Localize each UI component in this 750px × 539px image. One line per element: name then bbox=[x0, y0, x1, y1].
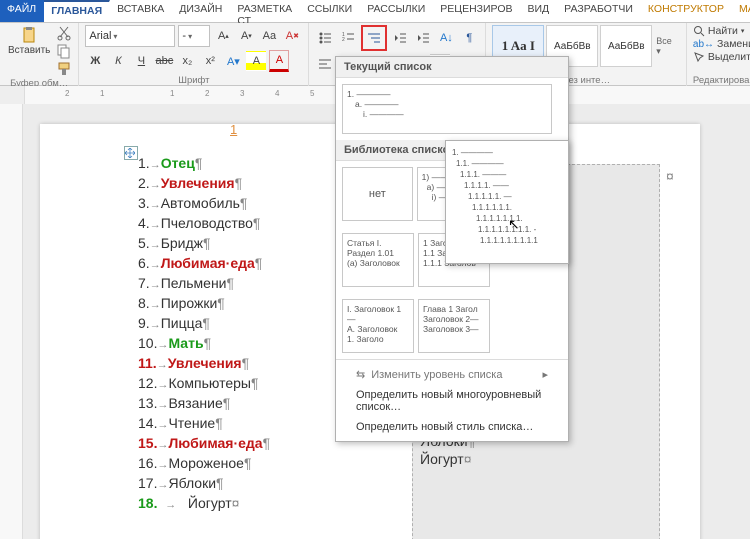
tab-developer[interactable]: РАЗРАБОТЧИ bbox=[557, 0, 641, 22]
list-item[interactable]: 4.→Пчеловодство¶ bbox=[138, 214, 270, 234]
replace-button[interactable]: ab↔Заменить bbox=[693, 38, 750, 50]
cut-icon[interactable] bbox=[56, 25, 72, 41]
list-item[interactable]: 14.→Чтение¶ bbox=[138, 414, 270, 434]
tab-references[interactable]: ССЫЛКИ bbox=[300, 0, 360, 22]
dd-define-multilevel[interactable]: Определить новый многоуровневый список… bbox=[336, 385, 568, 417]
list-item[interactable]: 1.→Отец¶ bbox=[138, 154, 270, 174]
list-item[interactable]: 7.→Пельмени¶ bbox=[138, 274, 270, 294]
subscript-button[interactable]: x₂ bbox=[177, 51, 197, 71]
show-marks-button[interactable]: ¶ bbox=[459, 28, 479, 48]
sort-button[interactable]: A↓ bbox=[436, 28, 456, 48]
cell-end-mark: ¤ bbox=[666, 168, 674, 184]
tab-file[interactable]: ФАЙЛ bbox=[0, 0, 44, 22]
dd-lib-4[interactable]: Статья I.Раздел 1.01(a) Заголовок bbox=[342, 233, 414, 287]
tab-insert[interactable]: ВСТАВКА bbox=[110, 0, 172, 22]
bullets-button[interactable] bbox=[315, 28, 335, 48]
increase-indent-button[interactable] bbox=[413, 28, 433, 48]
format-painter-icon[interactable] bbox=[56, 61, 72, 77]
dd-lib-7[interactable]: Глава 1 ЗаголЗаголовок 2—Заголовок 3— bbox=[418, 299, 490, 353]
find-button[interactable]: Найти▾ bbox=[693, 25, 750, 37]
list-item[interactable]: 17.→Яблоки¶ bbox=[138, 474, 270, 494]
numbering-button[interactable]: 12 bbox=[338, 28, 358, 48]
select-button[interactable]: Выделить▾ bbox=[693, 51, 750, 63]
font-size-select[interactable]: -▾ bbox=[178, 25, 210, 47]
indent-icon: ⇆ bbox=[356, 368, 365, 381]
clear-format-button[interactable]: A✖ bbox=[282, 26, 302, 46]
list-item[interactable]: 12.→Компьютеры¶ bbox=[138, 374, 270, 394]
group-clipboard: Вставить Буфер обм… bbox=[0, 23, 79, 87]
tab-mailings[interactable]: РАССЫЛКИ bbox=[360, 0, 433, 22]
font-color-button[interactable]: A bbox=[269, 50, 289, 72]
tab-view[interactable]: ВИД bbox=[521, 0, 558, 22]
superscript-button[interactable]: x² bbox=[200, 51, 220, 71]
list-item[interactable]: 8.→Пирожки¶ bbox=[138, 294, 270, 314]
ruler-vertical[interactable] bbox=[0, 104, 23, 539]
tab-maket[interactable]: МАКЕТ bbox=[732, 0, 750, 22]
group-font: Arial▾ -▾ A▴ A▾ Aa A✖ Ж К Ч abc x₂ x² A▾… bbox=[79, 23, 309, 87]
tab-page-layout[interactable]: РАЗМЕТКА СТ bbox=[230, 0, 300, 22]
group-editing: Найти▾ ab↔Заменить Выделить▾ Редактирова… bbox=[687, 23, 750, 87]
dd-define-style[interactable]: Определить новый стиль списка… bbox=[336, 417, 568, 437]
dd-lib-6[interactable]: I. Заголовок 1—A. Заголовок1. Заголо bbox=[342, 299, 414, 353]
table-move-handle[interactable] bbox=[124, 146, 138, 160]
list-column-left[interactable]: 1.→Отец¶2.→Увлечения¶3.→Автомобиль¶4.→Пч… bbox=[138, 154, 270, 514]
styles-more[interactable]: Все ▾ bbox=[656, 36, 678, 57]
list-item[interactable]: 3.→Автомобиль¶ bbox=[138, 194, 270, 214]
decrease-indent-button[interactable] bbox=[390, 28, 410, 48]
list-item[interactable]: Йогурт¤ bbox=[420, 450, 650, 468]
list-item[interactable]: 5.→Бридж¶ bbox=[138, 234, 270, 254]
dd-change-level[interactable]: ⇆Изменить уровень списка▸ bbox=[336, 364, 568, 385]
shrink-font-button[interactable]: A▾ bbox=[236, 26, 256, 46]
cursor-icon: ↖ bbox=[508, 219, 520, 230]
ribbon-tabs: ФАЙЛ ГЛАВНАЯ ВСТАВКА ДИЗАЙН РАЗМЕТКА СТ … bbox=[0, 0, 750, 23]
list-item[interactable]: 9.→Пицца¶ bbox=[138, 314, 270, 334]
list-item[interactable]: 10.→Мать¶ bbox=[138, 334, 270, 354]
italic-button[interactable]: К bbox=[108, 51, 128, 71]
font-name-select[interactable]: Arial▾ bbox=[85, 25, 175, 47]
multilevel-list-button[interactable] bbox=[361, 25, 387, 51]
page-number: 1 bbox=[230, 122, 237, 137]
underline-button[interactable]: Ч bbox=[131, 51, 151, 71]
list-item[interactable]: 11.→Увлечения¶ bbox=[138, 354, 270, 374]
list-item[interactable]: 18. → Йогурт¤ bbox=[138, 494, 270, 514]
list-item[interactable]: 16.→Мороженое¶ bbox=[138, 454, 270, 474]
multilevel-numeric-flyout[interactable]: 1. ———— 1.1. ———— 1.1.1. ——— 1.1.1.1. ——… bbox=[445, 140, 569, 264]
strike-button[interactable]: abc bbox=[154, 51, 174, 71]
grow-font-button[interactable]: A▴ bbox=[213, 26, 233, 46]
select-icon bbox=[693, 51, 705, 63]
dd-current-list-label: Текущий список bbox=[336, 57, 568, 78]
tab-home[interactable]: ГЛАВНАЯ bbox=[44, 0, 110, 22]
tab-design[interactable]: ДИЗАЙН bbox=[172, 0, 230, 22]
text-effects-button[interactable]: A▾ bbox=[223, 51, 243, 71]
list-item[interactable]: 15.→Любимая·еда¶ bbox=[138, 434, 270, 454]
bold-button[interactable]: Ж bbox=[85, 51, 105, 71]
find-icon bbox=[693, 25, 705, 37]
align-left-button[interactable] bbox=[315, 54, 335, 74]
replace-icon: ab↔ bbox=[693, 39, 714, 50]
style-3[interactable]: АаБбВв bbox=[600, 25, 652, 67]
dd-current-preview[interactable]: 1. ———— a. ———— i. ———— bbox=[342, 84, 552, 134]
list-item[interactable]: 2.→Увлечения¶ bbox=[138, 174, 270, 194]
list-item[interactable]: 6.→Любимая·еда¶ bbox=[138, 254, 270, 274]
paste-icon bbox=[21, 27, 37, 43]
paste-button[interactable]: Вставить bbox=[6, 25, 52, 58]
dd-lib-none[interactable]: нет bbox=[342, 167, 413, 221]
change-case-button[interactable]: Aa bbox=[259, 26, 279, 46]
tab-review[interactable]: РЕЦЕНЗИРОВ bbox=[433, 0, 520, 22]
highlight-button[interactable]: A bbox=[246, 51, 266, 71]
copy-icon[interactable] bbox=[56, 43, 72, 59]
svg-text:2: 2 bbox=[342, 37, 345, 43]
list-item[interactable]: 13.→Вязание¶ bbox=[138, 394, 270, 414]
tab-constructor[interactable]: КОНСТРУКТОР bbox=[641, 0, 732, 22]
